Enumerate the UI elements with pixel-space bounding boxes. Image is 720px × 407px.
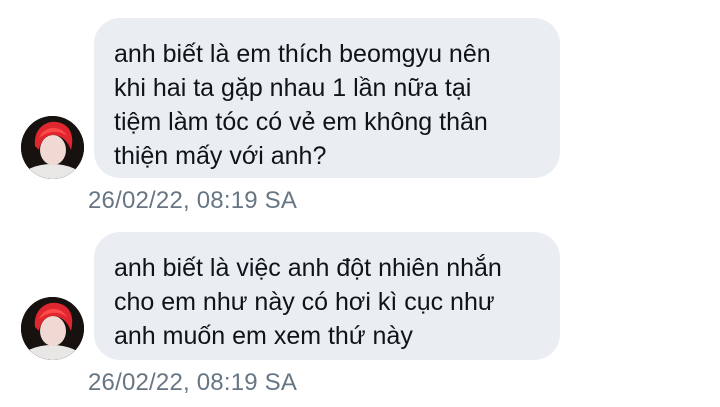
avatar-photo-icon xyxy=(21,297,84,360)
avatar-photo-icon xyxy=(21,116,84,179)
message-bubble[interactable]: anh biết là việc anh đột nhiên nhắn cho … xyxy=(94,232,560,360)
message-timestamp: 26/02/22, 08:19 SA xyxy=(88,187,298,214)
message-timestamp: 26/02/22, 08:19 SA xyxy=(88,369,298,396)
sender-avatar[interactable] xyxy=(21,297,84,360)
sender-avatar[interactable] xyxy=(21,116,84,179)
message-bubble[interactable]: anh biết là em thích beomgyu nên khi hai… xyxy=(94,18,560,178)
dm-conversation: anh biết là em thích beomgyu nên khi hai… xyxy=(0,0,720,407)
